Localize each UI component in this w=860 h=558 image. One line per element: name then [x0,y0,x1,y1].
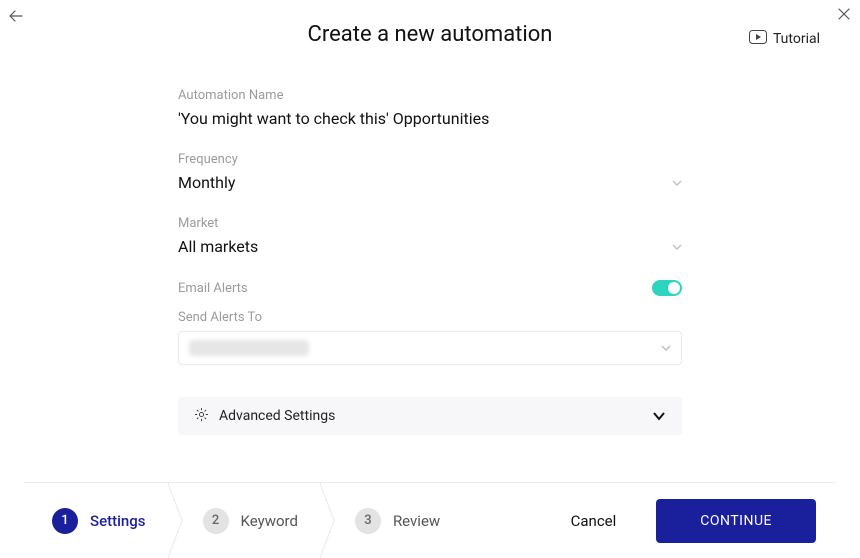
automation-name-label: Automation Name [178,88,682,103]
step-number: 1 [52,508,78,534]
step-label: Settings [90,512,146,530]
market-label: Market [178,216,682,231]
send-alerts-select[interactable] [178,331,682,365]
close-icon[interactable] [836,6,852,22]
advanced-settings-label: Advanced Settings [219,408,335,424]
email-alerts-toggle[interactable] [652,280,682,296]
wizard-footer: 1 Settings 2 Keyword 3 Review Cancel CON… [24,482,836,558]
automation-form: Automation Name 'You might want to check… [178,88,682,435]
chevron-down-icon [661,343,671,353]
chevron-down-icon [672,178,682,188]
tutorial-link[interactable]: Tutorial [749,30,820,48]
footer-actions: Cancel CONTINUE [571,499,836,543]
step-indicator: 1 Settings 2 Keyword 3 Review [24,483,468,558]
chevron-down-icon [672,242,682,252]
step-label: Review [393,512,440,530]
frequency-group: Frequency Monthly [178,152,682,192]
page-title: Create a new automation [0,22,860,47]
email-alerts-label: Email Alerts [178,281,248,296]
step-number: 3 [355,508,381,534]
automation-name-group: Automation Name 'You might want to check… [178,88,682,128]
frequency-select[interactable]: Monthly [178,173,682,192]
send-alerts-label: Send Alerts To [178,310,682,325]
cancel-button[interactable]: Cancel [571,512,617,530]
frequency-value: Monthly [178,173,235,192]
step-keyword[interactable]: 2 Keyword [175,483,326,558]
advanced-settings-toggle[interactable]: Advanced Settings [178,397,682,435]
tutorial-label: Tutorial [773,31,820,47]
step-review[interactable]: 3 Review [327,483,468,558]
market-select[interactable]: All markets [178,237,682,256]
continue-button[interactable]: CONTINUE [656,499,816,543]
market-value: All markets [178,237,258,256]
market-group: Market All markets [178,216,682,256]
automation-name-input[interactable]: 'You might want to check this' Opportuni… [178,109,682,128]
chevron-down-icon [652,409,666,423]
step-settings[interactable]: 1 Settings [24,483,174,558]
send-alerts-group: Send Alerts To [178,310,682,365]
step-label: Keyword [241,512,298,530]
gear-icon [194,407,209,426]
frequency-label: Frequency [178,152,682,167]
email-alerts-row: Email Alerts [178,280,682,296]
recipient-chip [189,340,309,356]
play-icon [749,30,767,48]
step-number: 2 [203,508,229,534]
